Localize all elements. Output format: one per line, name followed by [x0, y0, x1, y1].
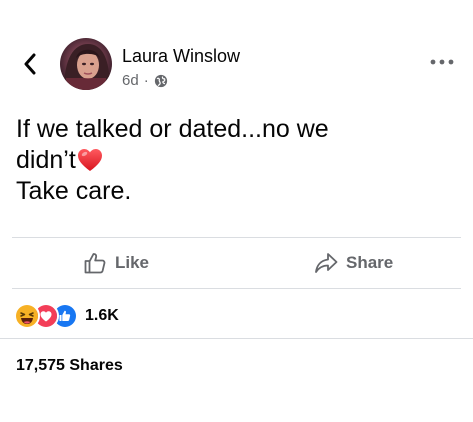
post-timestamp[interactable]: 6d [122, 72, 139, 89]
thumbs-up-icon [83, 251, 107, 275]
chevron-left-icon [23, 53, 37, 75]
post-text-line: didn’t [16, 146, 76, 174]
more-horizontal-icon [430, 59, 454, 65]
post-text-line-with-emoji: didn’t [16, 145, 456, 176]
divider [12, 288, 461, 289]
shares-count[interactable]: 17,575 Shares [16, 357, 123, 375]
red-heart-icon [77, 148, 103, 172]
back-button[interactable] [18, 50, 42, 78]
haha-reaction-icon [14, 303, 40, 329]
divider [0, 338, 473, 339]
like-button[interactable]: Like [83, 245, 149, 281]
share-arrow-icon [314, 252, 338, 274]
share-label: Share [346, 253, 394, 272]
more-options-button[interactable] [429, 56, 455, 68]
post-text-line: Take care. [16, 177, 132, 205]
reaction-count: 1.6K [85, 307, 119, 324]
post-text: If we talked or dated...no we didn’t Tak… [16, 114, 456, 207]
author-name[interactable]: Laura Winslow [122, 46, 240, 67]
post-meta: 6d · [122, 72, 168, 89]
reactions-summary[interactable]: 1.6K [14, 303, 119, 329]
globe-icon[interactable] [154, 74, 168, 88]
like-label: Like [115, 253, 150, 272]
divider [12, 237, 461, 238]
avatar[interactable] [60, 38, 112, 90]
meta-separator: · [143, 72, 149, 89]
share-button[interactable]: Share [314, 245, 393, 281]
post-text-line: If we talked or dated...no we [16, 115, 329, 143]
